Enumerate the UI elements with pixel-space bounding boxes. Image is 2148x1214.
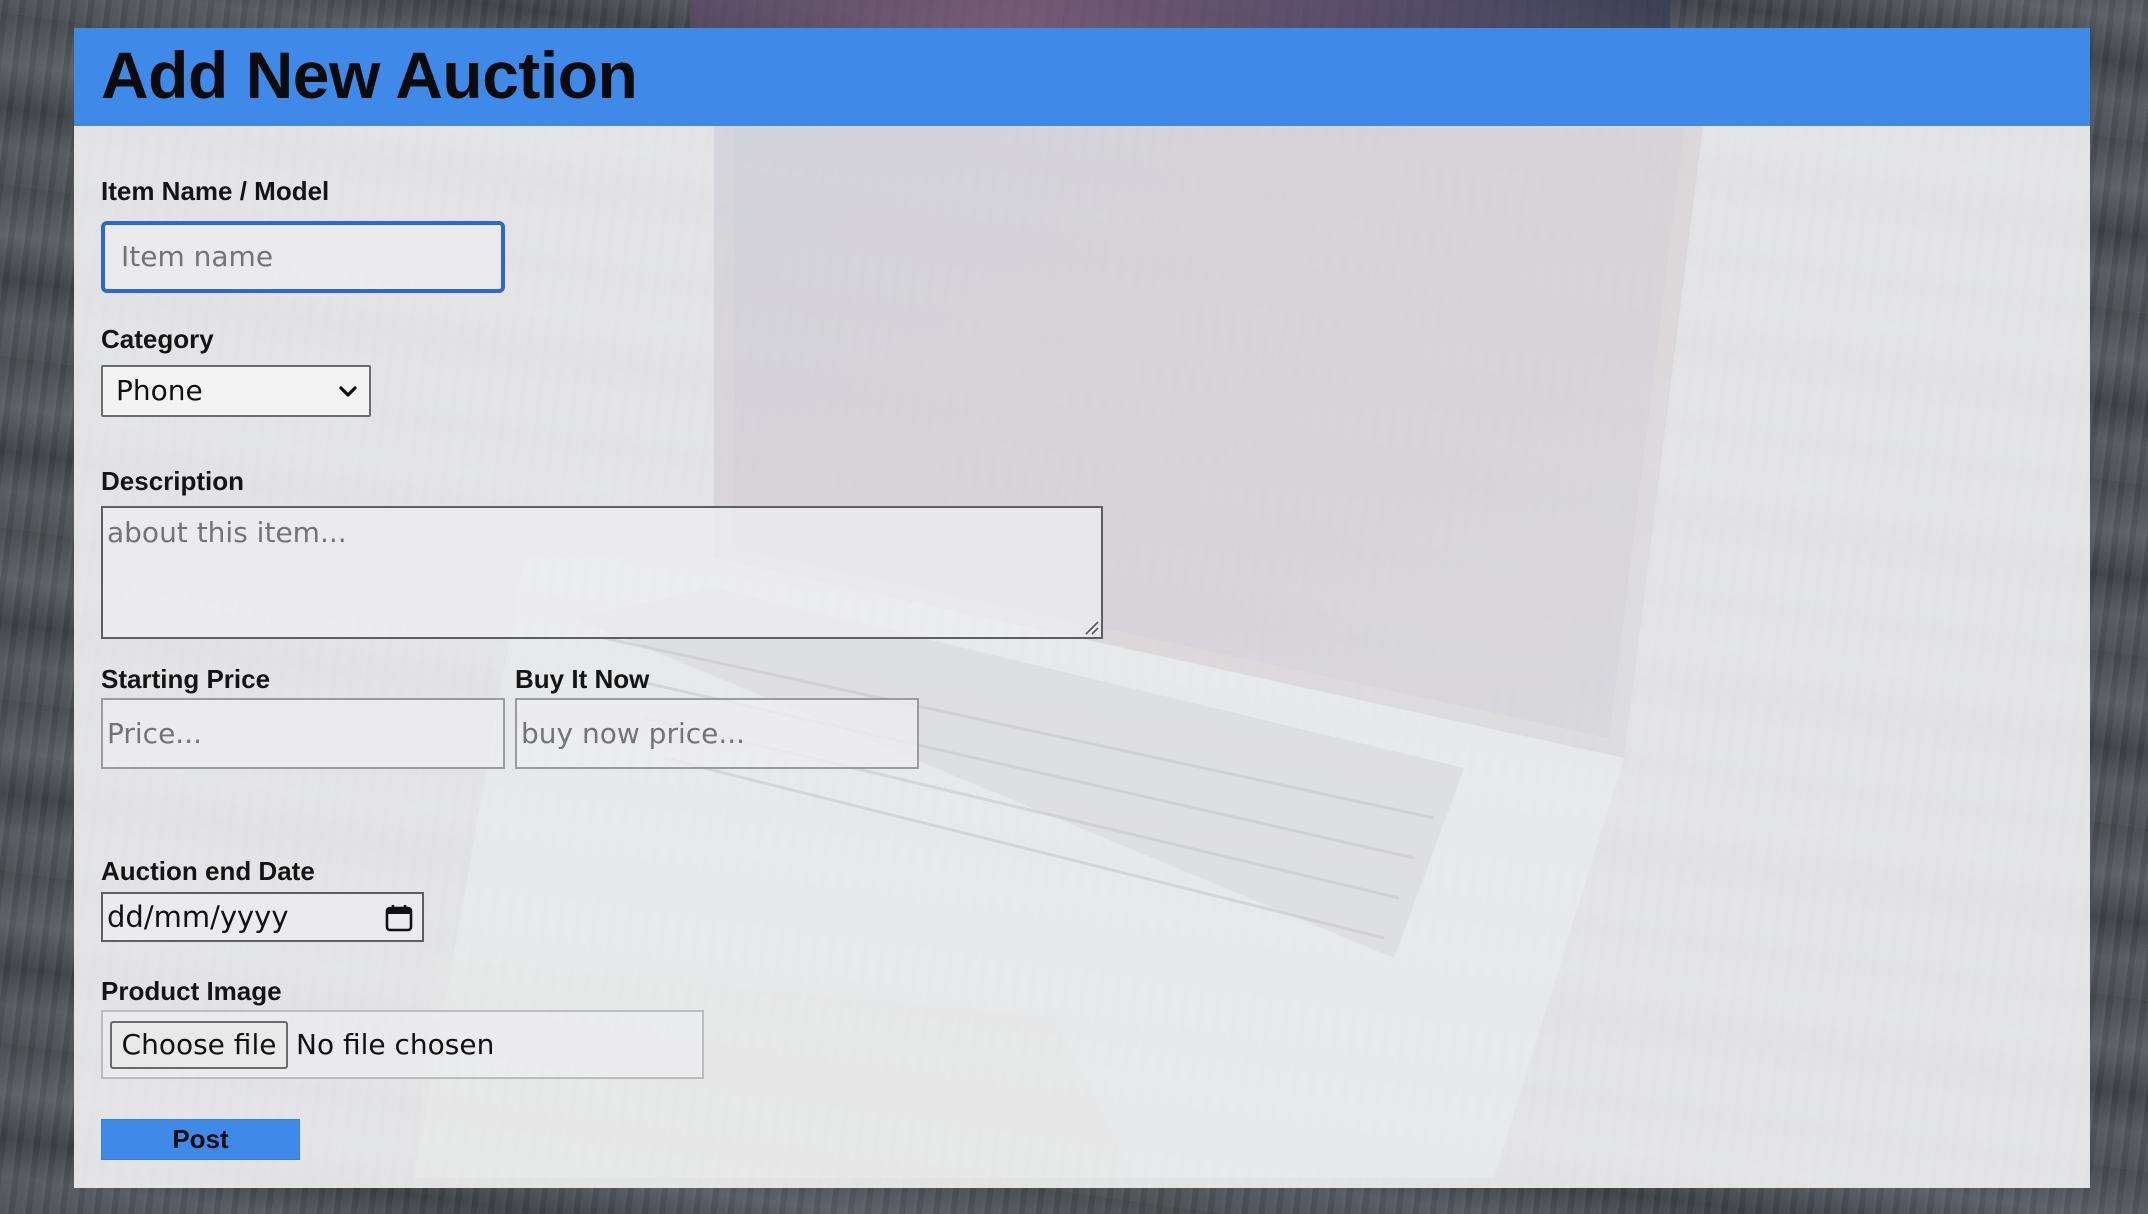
- page-header: Add New Auction: [74, 28, 2090, 126]
- post-button[interactable]: Post: [101, 1119, 300, 1160]
- end-date-input[interactable]: dd/mm/yyyy: [101, 892, 424, 942]
- category-selected-value: Phone: [116, 374, 203, 407]
- item-name-input[interactable]: Item name: [101, 221, 505, 293]
- category-label: Category: [101, 324, 214, 354]
- item-name-placeholder: Item name: [121, 240, 274, 273]
- item-name-label: Item Name / Model: [101, 176, 330, 206]
- resize-grip-icon[interactable]: [1083, 619, 1099, 635]
- buy-it-now-input[interactable]: buy now price...: [515, 698, 919, 769]
- product-image-input: Choose file No file chosen: [101, 1010, 704, 1079]
- file-status-text: No file chosen: [296, 1028, 495, 1061]
- calendar-icon[interactable]: [384, 903, 414, 933]
- description-label: Description: [101, 466, 245, 496]
- choose-file-button[interactable]: Choose file: [110, 1021, 288, 1069]
- buy-it-now-label: Buy It Now: [515, 664, 650, 694]
- starting-price-label: Starting Price: [101, 664, 271, 694]
- starting-price-input[interactable]: Price...: [101, 698, 505, 769]
- buy-it-now-placeholder: buy now price...: [521, 717, 746, 750]
- add-auction-panel: Add New Auction Item Name / Model Item n…: [74, 28, 2090, 1188]
- product-image-label: Product Image: [101, 976, 282, 1006]
- description-textarea[interactable]: about this item...: [101, 506, 1103, 639]
- category-select[interactable]: Phone: [101, 365, 371, 417]
- description-placeholder: about this item...: [107, 516, 347, 549]
- starting-price-placeholder: Price...: [107, 717, 203, 750]
- end-date-label: Auction end Date: [101, 856, 315, 886]
- end-date-placeholder: dd/mm/yyyy: [107, 900, 289, 934]
- page-title: Add New Auction: [101, 38, 638, 112]
- chevron-down-icon: [339, 386, 357, 397]
